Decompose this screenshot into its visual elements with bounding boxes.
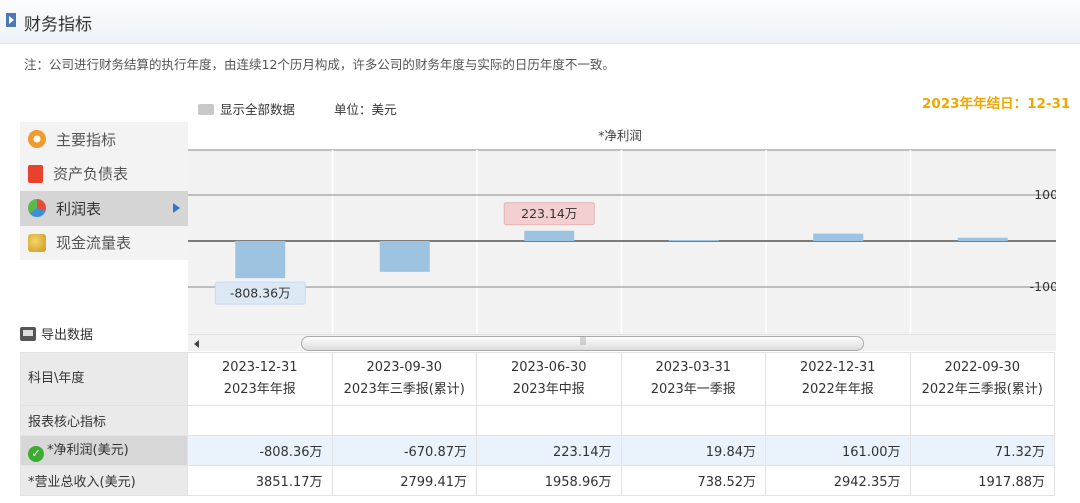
section-title: 财务指标	[24, 15, 92, 35]
table-cell: 161.00万	[765, 435, 911, 466]
scrollbar-thumb[interactable]	[301, 336, 864, 351]
table-row-total-revenue[interactable]: *营业总收入(美元) 3851.17万 2799.41万 1958.96万 73…	[20, 465, 1055, 496]
table-cell: 738.52万	[620, 465, 766, 496]
export-icon	[20, 326, 36, 341]
gear-icon	[28, 130, 46, 149]
scroll-left-icon[interactable]	[194, 340, 199, 348]
coins-icon	[28, 233, 46, 252]
chart-scrollbar[interactable]	[188, 334, 1072, 351]
chevron-right-icon	[173, 203, 180, 213]
show-all-data-toggle[interactable]: 显示全部数据	[198, 99, 295, 118]
sidebar-item-label: 资产负债表	[53, 165, 129, 184]
column-header: 2023-03-31 2023年一季报	[620, 352, 766, 406]
table-section-row: 报表核心指标	[20, 405, 1055, 436]
table-cell: 2942.35万	[765, 465, 911, 496]
table-row-net-profit[interactable]: ✓ *净利润(美元) -808.36万 -670.87万 223.14万 19.8…	[20, 435, 1055, 466]
sidebar-item-label: 主要指标	[56, 130, 117, 149]
chart-svg: *净利润10000-1000-808.36万223.14万	[188, 122, 1066, 334]
statement-sidebar: 主要指标 资产负债表 利润表 现金流量表	[20, 122, 188, 260]
bar	[957, 237, 1008, 241]
comment-icon	[198, 104, 214, 115]
sidebar-item-income-statement[interactable]: 利润表	[20, 191, 188, 226]
chart-title: *净利润	[598, 128, 642, 143]
column-header: 2023-09-30 2023年三季报(累计)	[331, 352, 477, 406]
fiscal-year-note: 注：公司进行财务结算的执行年度，由连续12个历月构成，许多公司的财务年度与实际的…	[24, 57, 615, 72]
sidebar-item-cash-flow[interactable]: 现金流量表	[20, 226, 188, 261]
export-data-button[interactable]: 导出数据	[20, 324, 93, 343]
net-profit-chart: *净利润10000-1000-808.36万223.14万	[188, 122, 1066, 352]
section-header: 财务指标	[0, 0, 1080, 44]
table-cell: 1917.88万	[909, 465, 1055, 496]
unit-label: 单位：美元	[334, 102, 397, 117]
y-tick-label: -1000	[1030, 279, 1056, 294]
table-cell: 71.32万	[909, 435, 1055, 466]
column-header: 2023-06-30 2023年中报	[476, 352, 622, 406]
table-header-row: 科目\年度 2023-12-31 2023年年报 2023-09-30 2023年三…	[20, 352, 1055, 406]
bar	[813, 233, 864, 241]
sidebar-item-main-indicators[interactable]: 主要指标	[20, 122, 188, 157]
collapse-arrow-icon[interactable]	[6, 13, 16, 27]
check-icon: ✓	[28, 446, 44, 462]
pie-chart-icon	[28, 199, 46, 218]
row-label: ✓ *净利润(美元)	[20, 435, 188, 466]
data-label: -808.36万	[230, 286, 291, 301]
bar	[235, 241, 286, 279]
bar	[379, 241, 430, 272]
table-cell: 3851.17万	[187, 465, 333, 496]
bar	[668, 240, 719, 241]
financial-table: 科目\年度 2023-12-31 2023年年报 2023-09-30 2023年三…	[20, 352, 1055, 496]
sidebar-item-label: 利润表	[56, 199, 102, 218]
year-end-label: 2023年年结日：12-31	[922, 96, 1071, 112]
table-cell: 2799.41万	[331, 465, 477, 496]
table-cell: 223.14万	[476, 435, 622, 466]
table-cell: -808.36万	[187, 435, 333, 466]
document-icon	[28, 164, 43, 183]
table-cell: 19.84万	[620, 435, 766, 466]
section-label: 报表核心指标	[20, 405, 188, 436]
row-label: *营业总收入(美元)	[20, 465, 188, 496]
show-all-label: 显示全部数据	[220, 102, 296, 117]
sidebar-item-balance-sheet[interactable]: 资产负债表	[20, 157, 188, 192]
column-header: 2022-09-30 2022年三季报(累计)	[909, 352, 1055, 406]
table-cell: 1958.96万	[476, 465, 622, 496]
table-corner-label: 科目\年度	[20, 352, 188, 406]
table-cell: -670.87万	[331, 435, 477, 466]
y-tick-label: 1000	[1034, 187, 1056, 202]
bar	[524, 230, 575, 241]
data-label: 223.14万	[521, 206, 577, 221]
column-header: 2022-12-31 2022年年报	[765, 352, 911, 406]
right-edge	[1056, 122, 1080, 503]
column-header: 2023-12-31 2023年年报	[187, 352, 333, 406]
export-label: 导出数据	[41, 328, 94, 343]
sidebar-item-label: 现金流量表	[56, 234, 132, 253]
